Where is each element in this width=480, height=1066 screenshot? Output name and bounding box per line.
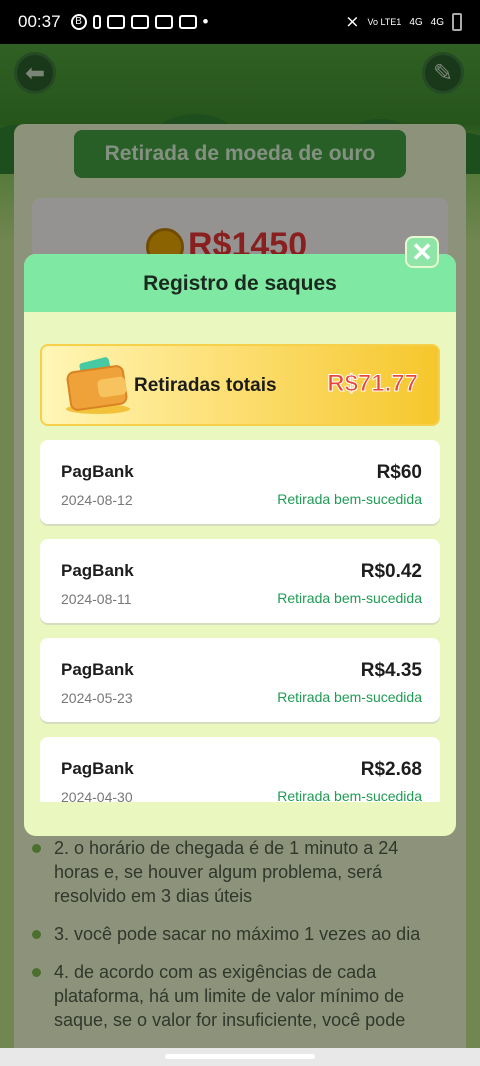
home-gesture-handle[interactable] xyxy=(165,1054,315,1059)
signal-icon-2: 4G xyxy=(430,16,444,28)
record-amount: R$0.42 xyxy=(360,561,422,582)
method-name: PagBank xyxy=(61,462,134,481)
youtube-icon xyxy=(154,15,173,29)
clock: 00:37 xyxy=(18,12,61,31)
list-item: PagBank 2024-08-12 R$60 Retirada bem-suc… xyxy=(40,440,440,524)
record-amount: R$4.35 xyxy=(360,660,422,681)
modal-title: Registro de saques xyxy=(24,254,456,312)
status-bar: 00:37 B • ⨯ Vo LTE1 4G 4G xyxy=(0,0,480,44)
close-button[interactable]: ✕ xyxy=(405,236,439,268)
total-withdrawals-card: Retiradas totais R$71.77 xyxy=(40,344,440,426)
record-date: 2024-08-11 xyxy=(61,591,132,607)
method-name: PagBank xyxy=(61,660,134,679)
record-amount: R$2.68 xyxy=(360,759,422,780)
record-date: 2024-05-23 xyxy=(61,690,133,706)
method-name: PagBank xyxy=(61,561,134,580)
notification-icons: B • xyxy=(70,12,209,32)
b-badge-icon: B xyxy=(70,14,87,30)
navigation-bar xyxy=(0,1048,480,1066)
withdrawal-records-list[interactable]: PagBank 2024-08-12 R$60 Retirada bem-suc… xyxy=(40,440,440,802)
volte-label: Vo LTE1 xyxy=(367,16,402,27)
list-item: PagBank 2024-08-11 R$0.42 Retirada bem-s… xyxy=(40,539,440,623)
record-date: 2024-04-30 xyxy=(61,789,133,802)
wallet-icon xyxy=(65,356,129,412)
record-status: Retirada bem-sucedida xyxy=(277,590,422,606)
more-notifications-icon: • xyxy=(202,12,209,31)
battery-icon xyxy=(452,13,462,31)
list-item: PagBank 2024-04-30 R$2.68 Retirada bem-s… xyxy=(40,737,440,802)
total-amount: R$71.77 xyxy=(327,370,419,398)
withdrawal-history-modal: Registro de saques Retiradas totais R$71… xyxy=(24,254,456,836)
close-icon: ✕ xyxy=(411,236,433,267)
record-date: 2024-08-12 xyxy=(61,492,133,508)
mute-icon: ⨯ xyxy=(345,12,360,31)
youtube-icon xyxy=(130,15,149,29)
method-name: PagBank xyxy=(61,759,134,778)
signal-icon: 4G xyxy=(409,16,423,28)
record-status: Retirada bem-sucedida xyxy=(277,689,422,705)
record-amount: R$60 xyxy=(376,462,422,483)
total-label: Retiradas totais xyxy=(134,375,277,396)
youtube-icon xyxy=(106,15,125,29)
system-icons: ⨯ Vo LTE1 4G 4G xyxy=(345,12,462,32)
record-status: Retirada bem-sucedida xyxy=(277,491,422,507)
youtube-icon xyxy=(178,15,197,29)
record-status: Retirada bem-sucedida xyxy=(277,788,422,802)
notification-icon xyxy=(92,15,101,29)
list-item: PagBank 2024-05-23 R$4.35 Retirada bem-s… xyxy=(40,638,440,722)
